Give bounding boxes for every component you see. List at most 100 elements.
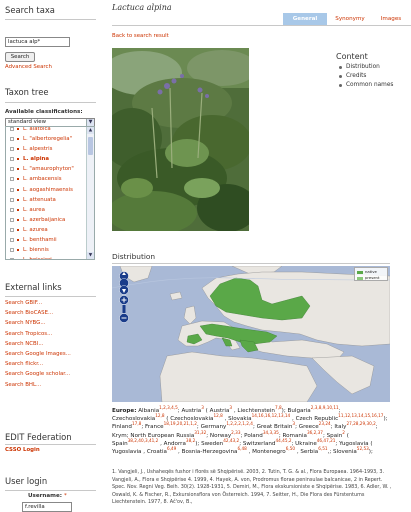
tree-item[interactable]: L. biennis — [6, 245, 88, 255]
scroll-down-icon[interactable]: ▼ — [87, 252, 94, 259]
legend-present: present — [357, 275, 379, 280]
expand-icon[interactable] — [10, 207, 14, 212]
reference-marks[interactable]: 46,47,21 — [317, 438, 336, 443]
zoom-slider[interactable] — [122, 305, 126, 313]
reference-marks[interactable]: 52,53 — [357, 446, 369, 451]
map-canvas[interactable] — [112, 266, 390, 402]
taxon-photo[interactable] — [112, 48, 249, 231]
distribution-map[interactable] — [112, 266, 390, 402]
region-label: Europe: — [112, 408, 137, 414]
tree-item[interactable]: L. "amaurophyton" — [6, 164, 88, 174]
expand-icon[interactable] — [10, 177, 14, 182]
reference-marks[interactable]: 31,32 — [194, 430, 206, 435]
pan-control[interactable] — [119, 271, 129, 295]
taxon-tree[interactable]: L. alatoica L. "albertoregelia" L. alpestr… — [5, 126, 95, 260]
reference-marks[interactable]: 42,43,2 — [223, 438, 239, 443]
tree-scrollbar[interactable]: ▲ ▼ — [86, 127, 94, 259]
tab-general[interactable]: General — [283, 13, 327, 25]
external-link[interactable]: Search BHL... — [5, 382, 41, 388]
reference-marks[interactable]: 12,8 — [213, 413, 222, 418]
reference-marks[interactable]: 7,8 — [275, 405, 282, 410]
reference-marks[interactable]: 2,33 — [231, 430, 240, 435]
tree-item[interactable]: L. aurea — [6, 205, 88, 215]
reference-marks[interactable]: 44,45,2 — [276, 438, 292, 443]
tree-item[interactable]: L. aogashimaensis — [6, 185, 88, 195]
reference-marks[interactable]: 1,2,2,2,1,2,4 — [226, 422, 253, 427]
tree-item[interactable]: L. alpina — [6, 154, 88, 164]
tree-item[interactable]: L. "albertoregelia" — [6, 134, 88, 144]
external-link[interactable]: Search Tropicos... — [5, 331, 52, 337]
external-link[interactable]: Search Google scholar... — [5, 371, 70, 377]
reference-marks[interactable]: 18,19,20,21,1,2 — [164, 422, 197, 427]
reference-marks[interactable]: 17,8 — [132, 422, 141, 427]
expand-icon[interactable] — [10, 258, 14, 259]
expand-icon[interactable] — [10, 167, 14, 172]
search-input[interactable]: lactuca alp* — [5, 37, 70, 47]
external-link[interactable]: Search Google Images... — [5, 351, 71, 357]
tree-item[interactable]: L. boissieri — [6, 255, 88, 259]
reference-marks[interactable]: 3 — [229, 405, 232, 410]
distribution-subarea: , Montenegro — [248, 449, 286, 456]
tree-item-label: L. ambacensis — [23, 176, 62, 183]
expand-icon[interactable] — [10, 227, 14, 232]
expand-icon[interactable] — [10, 137, 14, 142]
zoom-in-icon[interactable] — [119, 295, 129, 305]
tree-item[interactable]: L. alatoica — [6, 127, 88, 134]
reference-marks[interactable]: 1,2,3,4,5 — [159, 405, 178, 410]
reference-marks[interactable]: 3 — [292, 422, 295, 427]
map-navigation-control[interactable] — [118, 270, 130, 324]
tree-item[interactable]: L. alpestris — [6, 144, 88, 154]
external-link[interactable]: Search NCBI... — [5, 341, 43, 347]
expand-icon[interactable] — [10, 127, 14, 131]
content-link-common-names[interactable]: Common names — [336, 82, 393, 88]
search-button[interactable]: Search — [5, 52, 35, 62]
reference-marks[interactable]: 2 — [342, 430, 345, 435]
reference-marks[interactable]: 6,50 — [286, 446, 295, 451]
external-link[interactable]: Search NYBG... — [5, 320, 45, 326]
advanced-search-link[interactable]: Advanced Search — [5, 64, 52, 70]
tab-synonymy[interactable]: Synonymy — [327, 13, 373, 25]
scroll-thumb[interactable] — [88, 137, 93, 155]
reference-marks[interactable]: 23,24 — [319, 422, 331, 427]
tree-item[interactable]: L. ambacensis — [6, 174, 88, 184]
reference-marks[interactable]: 3 — [201, 405, 204, 410]
expand-icon[interactable] — [10, 197, 14, 202]
reference-marks[interactable]: 38,2,40,3,41,2 — [128, 438, 159, 443]
external-link[interactable]: Search GBIF... — [5, 300, 42, 306]
back-to-search-link[interactable]: Back to search result — [112, 33, 169, 39]
reference-marks[interactable]: 14,16,16,12,13,14 — [252, 413, 291, 418]
tree-item[interactable]: L. benthamii — [6, 235, 88, 245]
external-link[interactable]: Search BioCASE... — [5, 310, 53, 316]
tree-item[interactable]: L. azurea — [6, 225, 88, 235]
expand-icon[interactable] — [10, 217, 14, 222]
csso-login-link[interactable]: CSSO Login — [5, 447, 40, 453]
reference-marks[interactable]: 11,12,13,14,15,16,17 — [338, 413, 383, 418]
reference-marks[interactable]: 6,48 — [237, 446, 246, 451]
reference-marks[interactable]: 6,51 — [318, 446, 327, 451]
zoom-out-icon[interactable] — [119, 313, 129, 323]
expand-icon[interactable] — [10, 248, 14, 253]
expand-icon[interactable] — [10, 238, 14, 243]
tree-item[interactable]: L. attenuata — [6, 195, 88, 205]
legend-native: native — [357, 269, 377, 274]
expand-icon[interactable] — [10, 147, 14, 152]
content-link-credits[interactable]: Credits — [336, 73, 393, 79]
content-box: Content Distribution Credits Common name… — [336, 52, 393, 88]
expand-icon[interactable] — [10, 187, 14, 192]
external-link[interactable]: Search flickr... — [5, 361, 43, 367]
reference-marks[interactable]: 27,28,29,30,2 — [346, 422, 375, 427]
reference-marks[interactable]: 38,2 — [186, 438, 195, 443]
reference-marks[interactable]: 36,2,37 — [307, 430, 323, 435]
reference-marks[interactable]: 12,8 — [155, 413, 164, 418]
scroll-up-icon[interactable]: ▲ — [87, 127, 94, 134]
reference-marks[interactable]: 6,49 — [167, 446, 176, 451]
reference-marks[interactable]: 34,3,35 — [263, 430, 279, 435]
username-field[interactable]: f.revilla — [22, 502, 72, 512]
content-link-distribution[interactable]: Distribution — [336, 64, 393, 70]
reference-marks[interactable]: 2,3,8,9,10,11 — [311, 405, 339, 410]
expand-icon[interactable] — [10, 157, 14, 162]
tree-item-label: L. "amaurophyton" — [23, 166, 74, 173]
chevron-down-icon[interactable]: ▼ — [86, 119, 94, 126]
tree-item[interactable]: L. azerbaijanica — [6, 215, 88, 225]
tab-images[interactable]: Images — [373, 13, 409, 25]
